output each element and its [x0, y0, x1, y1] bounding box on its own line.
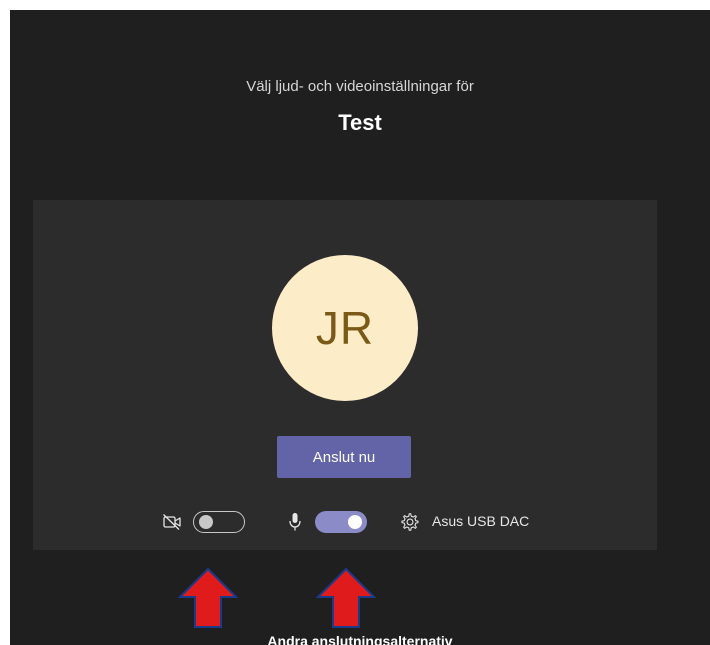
video-preview-panel: JR Anslut nu Asus USB DAC — [33, 200, 657, 550]
camera-toggle[interactable] — [193, 511, 245, 533]
device-controls: Asus USB DAC — [33, 510, 657, 536]
red-arrow-up-icon — [316, 567, 376, 628]
join-now-button[interactable]: Anslut nu — [277, 436, 411, 478]
red-arrow-up-icon — [178, 567, 238, 628]
camera-off-icon — [160, 510, 184, 534]
camera-toggle-knob — [199, 514, 213, 529]
other-join-options-link[interactable]: Andra anslutningsalternativ — [10, 633, 710, 645]
microphone-toggle-knob — [348, 515, 362, 529]
microphone-icon — [283, 510, 307, 534]
avatar-initials: JR — [315, 302, 375, 354]
microphone-toggle[interactable] — [315, 511, 367, 533]
audio-device-label[interactable]: Asus USB DAC — [432, 513, 529, 529]
avatar: JR — [272, 255, 418, 401]
prejoin-screen: Välj ljud- och videoinställningar för Te… — [10, 10, 710, 645]
gear-icon[interactable] — [398, 510, 422, 534]
settings-subtitle: Välj ljud- och videoinställningar för — [246, 78, 474, 95]
meeting-title: Test — [338, 110, 382, 135]
